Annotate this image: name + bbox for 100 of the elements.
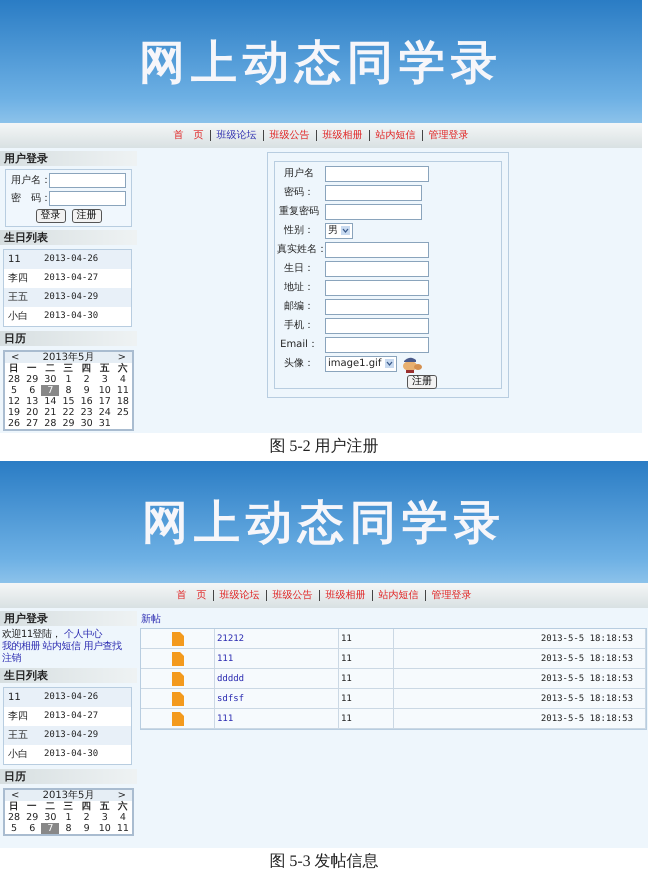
select-field[interactable]: image1.gif — [325, 356, 397, 372]
weekday-label: 日 — [8, 801, 20, 812]
birthday-name: 王五 — [8, 730, 29, 741]
dropdown-arrow-icon[interactable] — [341, 226, 350, 235]
calendar-day[interactable]: 29 — [23, 812, 42, 823]
calendar-day[interactable]: 10 — [96, 823, 114, 834]
calendar-day[interactable]: 4 — [114, 374, 132, 385]
register-button[interactable]: 注册 — [407, 375, 437, 389]
calendar-day[interactable]: 4 — [114, 812, 132, 823]
input-field[interactable] — [49, 191, 126, 206]
nav-link[interactable]: 班级公告 — [262, 130, 310, 141]
calendar-day[interactable]: 2 — [78, 374, 96, 385]
calendar-day[interactable]: 27 — [23, 418, 42, 429]
calendar-day[interactable]: 3 — [96, 374, 114, 385]
calendar-day[interactable]: 9 — [78, 385, 96, 396]
nav-link[interactable]: 站内短信 — [368, 130, 416, 141]
user-link[interactable]: 我的相册 — [2, 641, 40, 652]
post-title-link[interactable]: 111 — [217, 712, 234, 724]
nav-link[interactable]: 班级公告 — [266, 590, 312, 601]
nav-link[interactable]: 站内短信 — [372, 590, 418, 601]
calendar-day[interactable]: 29 — [59, 418, 78, 429]
calendar-day[interactable]: 15 — [59, 396, 78, 407]
calendar-day[interactable]: 8 — [59, 385, 78, 396]
post-title-link[interactable]: ddddd — [217, 672, 244, 684]
select-field[interactable]: 男 — [325, 222, 353, 238]
calendar-day[interactable]: 11 — [114, 385, 132, 396]
nav-link[interactable]: 班级论坛 — [210, 130, 256, 141]
calendar-day[interactable]: 30 — [41, 812, 60, 823]
user-link[interactable]: 个人中心 — [64, 629, 102, 640]
input-field[interactable] — [325, 318, 429, 334]
nav-link[interactable]: 班级相册 — [316, 130, 362, 141]
calendar-day[interactable]: 30 — [41, 374, 60, 385]
calendar-day[interactable]: 5 — [5, 385, 24, 396]
nav-link[interactable]: 班级论坛 — [212, 590, 260, 601]
input-field[interactable] — [325, 336, 429, 352]
calendar-day[interactable]: 9 — [78, 823, 96, 834]
calendar-day[interactable]: 6 — [23, 385, 42, 396]
calendar-day[interactable]: 29 — [23, 374, 42, 385]
input-field[interactable] — [325, 260, 429, 276]
calendar-day[interactable]: 30 — [78, 418, 96, 429]
input-field[interactable] — [49, 173, 126, 188]
form-button[interactable]: 注册 — [72, 209, 102, 223]
calendar-day[interactable]: 17 — [96, 396, 114, 407]
calendar-day[interactable]: 16 — [78, 396, 96, 407]
previous-month-button[interactable]: < — [11, 790, 20, 801]
calendar-day[interactable]: 31 — [96, 418, 114, 429]
calendar-day[interactable]: 20 — [23, 407, 42, 418]
input-field[interactable] — [325, 166, 429, 182]
calendar-day[interactable]: 22 — [59, 407, 78, 418]
calendar-day[interactable]: 25 — [114, 407, 132, 418]
document-icon — [172, 712, 184, 726]
calendar-day[interactable]: 28 — [5, 812, 24, 823]
calendar-day[interactable]: 19 — [5, 407, 24, 418]
input-field[interactable] — [325, 242, 429, 258]
nav-link[interactable]: 班级相册 — [318, 590, 366, 601]
document-icon — [172, 692, 184, 706]
calendar-day[interactable]: 21 — [41, 407, 60, 418]
calendar-day[interactable]: 6 — [23, 823, 42, 834]
post-title-link[interactable]: sdfsf — [217, 692, 244, 704]
calendar-day[interactable]: 14 — [41, 396, 60, 407]
input-field[interactable] — [325, 204, 422, 220]
calendar-day[interactable]: 12 — [5, 396, 24, 407]
calendar-day[interactable]: 28 — [5, 374, 24, 385]
calendar-day[interactable]: 10 — [96, 385, 114, 396]
nav-link[interactable]: 管理登录 — [424, 590, 472, 601]
calendar-day[interactable]: 23 — [78, 407, 96, 418]
calendar-day[interactable]: 1 — [59, 812, 78, 823]
calendar-day[interactable]: 24 — [96, 407, 114, 418]
calendar-day[interactable]: 7 — [41, 823, 60, 834]
post-title-link[interactable]: 21212 — [217, 632, 244, 644]
input-field[interactable] — [325, 280, 429, 296]
field-label: 手机： — [283, 320, 315, 332]
post-title-link[interactable]: 111 — [217, 652, 234, 664]
previous-month-button[interactable]: < — [11, 352, 20, 363]
calendar-day[interactable]: 13 — [23, 396, 42, 407]
birthday-name: 李四 — [8, 711, 29, 722]
nav-link[interactable]: 首 页 — [174, 130, 204, 141]
user-link[interactable]: 用户查找 — [83, 641, 122, 652]
input-field[interactable] — [325, 184, 422, 200]
calendar-day[interactable]: 26 — [5, 418, 24, 429]
figure-caption: 图 5-3 发帖信息 — [268, 852, 380, 872]
next-month-button[interactable]: > — [118, 790, 126, 801]
user-link[interactable]: 注销 — [2, 653, 21, 664]
nav-link[interactable]: 首 页 — [176, 590, 206, 601]
nav-link[interactable]: 管理登录 — [422, 130, 468, 141]
calendar-day[interactable]: 18 — [114, 396, 132, 407]
site-title: 网上动态同学录 — [138, 34, 504, 90]
calendar-day[interactable]: 28 — [41, 418, 60, 429]
calendar-day[interactable]: 2 — [78, 812, 96, 823]
calendar-day[interactable]: 3 — [96, 812, 114, 823]
form-button[interactable]: 登录 — [36, 209, 66, 223]
next-month-button[interactable]: > — [118, 352, 126, 363]
user-link[interactable]: 站内短信 — [42, 641, 81, 652]
calendar-day[interactable]: 8 — [59, 823, 78, 834]
calendar-day[interactable]: 7 — [41, 385, 60, 396]
calendar-day[interactable]: 5 — [5, 823, 24, 834]
calendar-day[interactable]: 1 — [59, 374, 78, 385]
input-field[interactable] — [325, 298, 429, 314]
calendar-day[interactable]: 11 — [114, 823, 132, 834]
dropdown-arrow-icon[interactable] — [385, 359, 394, 368]
